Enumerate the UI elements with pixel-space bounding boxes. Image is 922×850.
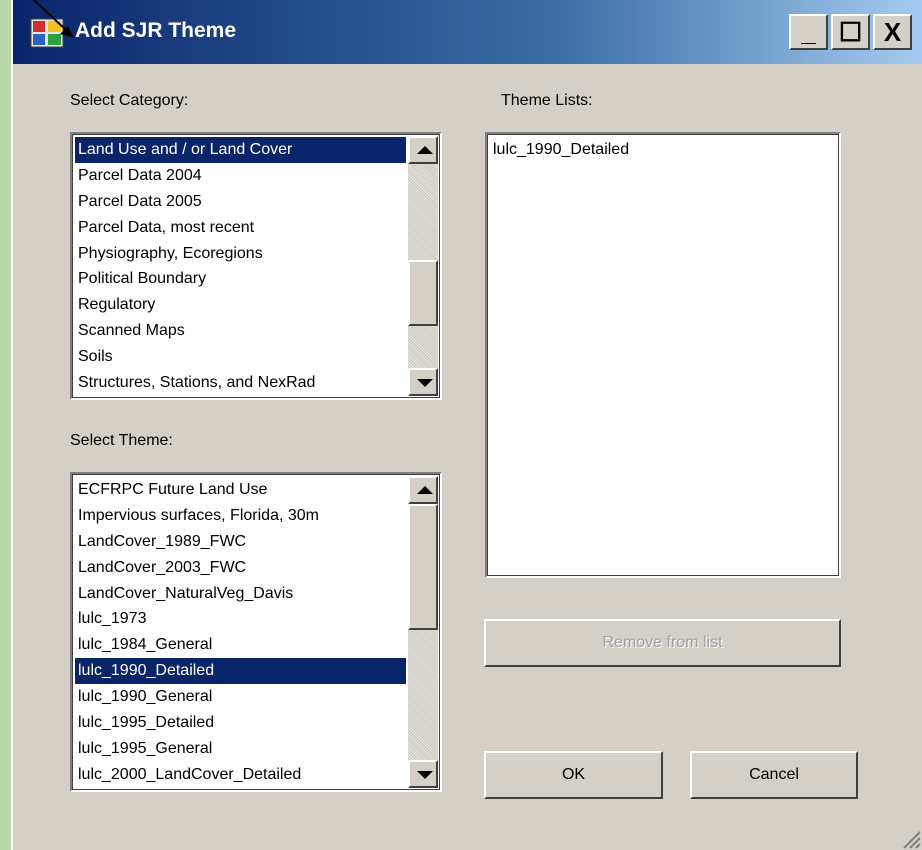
category-list-item[interactable]: Parcel Data 2005 <box>75 189 406 215</box>
theme-scroll-down-button[interactable] <box>408 760 438 788</box>
close-icon: X <box>883 16 902 47</box>
theme-list-item[interactable]: ECFRPC Future Land Use <box>75 477 406 503</box>
category-scroll-down-button[interactable] <box>408 368 438 396</box>
theme-lists-item[interactable]: lulc_1990_Detailed <box>490 137 839 163</box>
category-list-item[interactable]: Physiography, Ecoregions <box>75 241 406 267</box>
category-list-item[interactable]: Land Use and / or Land Cover <box>75 137 406 163</box>
category-list-item[interactable]: Political Boundary <box>75 266 406 292</box>
theme-list-item[interactable]: LandCover_NaturalVeg_Davis <box>75 581 406 607</box>
category-list-item[interactable]: Scanned Maps <box>75 318 406 344</box>
arrow-up-icon <box>417 486 433 494</box>
theme-lists-items: lulc_1990_Detailed <box>490 137 839 163</box>
category-scrollbar[interactable] <box>408 136 438 396</box>
theme-list-item[interactable]: lulc_1995_Detailed <box>75 710 406 736</box>
minimize-button[interactable]: _ <box>789 14 828 50</box>
category-items: Land Use and / or Land Cover Parcel Data … <box>75 137 406 396</box>
maximize-icon: ☐ <box>838 16 863 47</box>
theme-list-item[interactable]: LandCover_2003_FWC <box>75 555 406 581</box>
theme-scroll-thumb[interactable] <box>408 504 438 630</box>
category-list-item[interactable]: Parcel Data, most recent <box>75 215 406 241</box>
select-category-label: Select Category: <box>70 92 189 109</box>
arrow-up-icon <box>417 146 433 154</box>
theme-list-item[interactable]: lulc_2000_LandCover_Detailed <box>75 762 406 788</box>
maximize-button[interactable]: ☐ <box>831 14 870 50</box>
category-list-item[interactable]: Soils <box>75 344 406 370</box>
cancel-button[interactable]: Cancel <box>690 751 858 799</box>
theme-list-item[interactable]: lulc_1990_General <box>75 684 406 710</box>
theme-scrollbar[interactable] <box>408 476 438 788</box>
theme-listbox[interactable]: ECFRPC Future Land Use Impervious surface… <box>70 472 442 792</box>
category-list-item[interactable]: Parcel Data 2004 <box>75 163 406 189</box>
theme-scroll-up-button[interactable] <box>408 476 438 504</box>
minimize-icon: _ <box>801 16 816 47</box>
theme-list-item[interactable]: lulc_1995_General <box>75 736 406 762</box>
mouse-pointer-icon <box>33 0 74 38</box>
title-bar[interactable]: Add SJR Theme _ ☐ X <box>13 0 922 64</box>
theme-items: ECFRPC Future Land Use Impervious surface… <box>75 477 406 788</box>
remove-from-list-button[interactable]: Remove from list <box>484 619 841 667</box>
select-theme-label: Select Theme: <box>70 432 173 449</box>
arrow-down-icon <box>417 771 433 779</box>
theme-list-item[interactable]: lulc_1973 <box>75 606 406 632</box>
resize-grip-icon[interactable] <box>898 826 922 850</box>
theme-list-item[interactable]: lulc_1984_General <box>75 632 406 658</box>
theme-lists-label: Theme Lists: <box>501 92 593 109</box>
ok-button[interactable]: OK <box>484 751 663 799</box>
theme-list-item[interactable]: lulc_1990_Detailed <box>75 658 406 685</box>
theme-list-item[interactable]: Impervious surfaces, Florida, 30m <box>75 503 406 529</box>
arrow-down-icon <box>417 379 433 387</box>
theme-lists-listbox[interactable]: lulc_1990_Detailed <box>485 132 841 578</box>
add-sjr-theme-dialog: Add SJR Theme _ ☐ X Select Category: The… <box>11 0 922 850</box>
category-list-item[interactable]: Structures, Stations, and NexRad <box>75 370 406 396</box>
window-title: Add SJR Theme <box>75 19 237 42</box>
theme-list-item[interactable]: LandCover_1989_FWC <box>75 529 406 555</box>
close-button[interactable]: X <box>873 14 912 50</box>
category-list-item[interactable]: Regulatory <box>75 292 406 318</box>
category-scroll-up-button[interactable] <box>408 136 438 164</box>
category-scroll-thumb[interactable] <box>408 260 438 326</box>
category-listbox[interactable]: Land Use and / or Land Cover Parcel Data … <box>70 132 442 400</box>
